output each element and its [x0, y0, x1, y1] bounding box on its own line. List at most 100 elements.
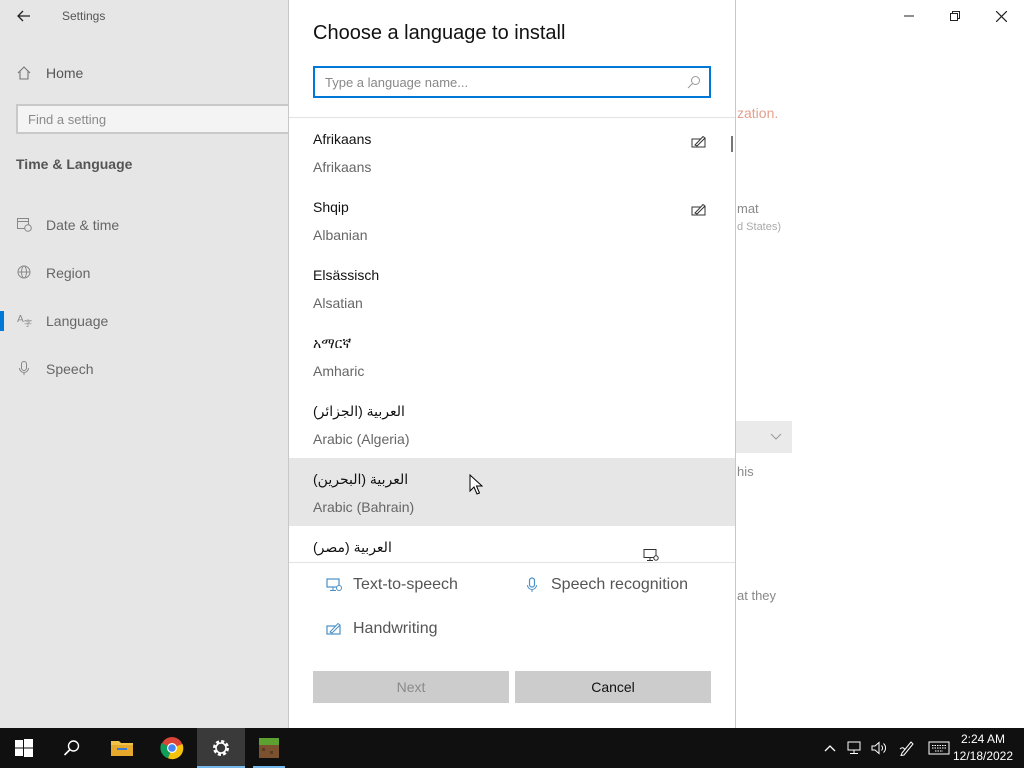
network-icon	[847, 741, 861, 754]
cancel-button[interactable]: Cancel	[515, 671, 711, 703]
language-item-alsatian[interactable]: Elsässisch Alsatian	[289, 254, 735, 322]
file-explorer-button[interactable]	[98, 728, 146, 768]
volume-icon	[871, 741, 886, 755]
language-item-albanian[interactable]: Shqip Albanian	[289, 186, 735, 254]
bg-text-snippet: mat	[737, 201, 759, 216]
language-item-arabic-egypt[interactable]: العربية (مصر)	[289, 526, 735, 562]
language-item-afrikaans[interactable]: Afrikaans Afrikaans	[289, 118, 735, 186]
language-item-arabic-bahrain[interactable]: العربية (البحرين) Arabic (Bahrain)	[289, 458, 735, 526]
sidebar-home[interactable]: Home	[16, 62, 83, 84]
home-icon	[17, 66, 31, 80]
minimize-icon	[904, 15, 914, 17]
close-button[interactable]	[978, 0, 1024, 32]
handwriting-icon	[691, 203, 706, 216]
language-native-name: العربية (البحرين)	[313, 471, 409, 487]
bg-text-snippet: zation.	[737, 105, 779, 121]
sidebar-item-label: Region	[46, 265, 91, 281]
bg-text-snippet: d States)	[737, 221, 782, 233]
feature-label: Handwriting	[353, 620, 438, 637]
sidebar-item-label: Language	[46, 313, 109, 329]
language-list[interactable]: Afrikaans Afrikaans Shqip Albanian Elsäs…	[289, 118, 735, 562]
choose-language-dialog: Choose a language to install Type a lang…	[288, 0, 736, 728]
list-scrollbar[interactable]	[731, 136, 733, 152]
touch-keyboard-button[interactable]	[926, 728, 952, 768]
home-label: Home	[46, 65, 84, 81]
calendar-clock-icon	[16, 216, 32, 235]
clock-date: 12/18/2022	[952, 749, 1014, 763]
language-icon: A字	[16, 312, 32, 331]
handwriting-icon	[691, 135, 706, 148]
start-button[interactable]	[0, 728, 48, 768]
language-item-amharic[interactable]: አማርኛ Amharic	[289, 322, 735, 390]
feature-text-to-speech: Text-to-speech	[325, 576, 458, 594]
language-search-placeholder: Type a language name...	[325, 74, 469, 90]
language-english-name: Afrikaans	[313, 159, 372, 175]
minecraft-button[interactable]	[245, 728, 293, 768]
active-indicator	[0, 311, 4, 331]
language-item-arabic-algeria[interactable]: العربية (الجزائر) Arabic (Algeria)	[289, 390, 735, 458]
language-english-name: Arabic (Bahrain)	[313, 499, 415, 515]
dialog-title: Choose a language to install	[313, 22, 566, 44]
network-button[interactable]	[844, 728, 866, 768]
language-native-name: Shqip	[313, 199, 349, 215]
settings-taskbar-button[interactable]	[197, 728, 245, 768]
microphone-icon	[16, 360, 32, 379]
restore-button[interactable]	[932, 0, 978, 32]
feature-label: Speech recognition	[551, 576, 688, 593]
language-english-name: Arabic (Algeria)	[313, 431, 410, 447]
search-icon	[687, 76, 700, 89]
taskbar-search-button[interactable]	[48, 728, 96, 768]
sidebar-item-language[interactable]: A字 Language	[0, 303, 290, 339]
find-setting-input[interactable]: Find a setting	[16, 104, 290, 134]
feature-handwriting: Handwriting	[325, 620, 437, 638]
language-english-name: Albanian	[313, 227, 368, 243]
close-icon	[995, 10, 1007, 22]
clock-time: 2:24 AM	[960, 732, 1006, 746]
sidebar-item-speech[interactable]: Speech	[0, 351, 290, 387]
grass-block-icon	[259, 738, 279, 758]
divider	[289, 562, 735, 563]
sidebar-item-label: Speech	[46, 361, 94, 377]
next-button[interactable]: Next	[313, 671, 509, 703]
sidebar-item-date-time[interactable]: Date & time	[0, 207, 290, 243]
chevron-up-icon	[824, 745, 836, 752]
gear-icon	[213, 740, 229, 756]
svg-text:字: 字	[24, 318, 32, 328]
search-icon	[63, 740, 80, 756]
microphone-icon	[527, 577, 537, 592]
sidebar-item-label: Date & time	[46, 217, 120, 233]
sidebar-item-region[interactable]: Region	[0, 255, 290, 291]
feature-speech-recognition: Speech recognition	[523, 576, 688, 594]
pen-icon	[899, 741, 914, 756]
text-to-speech-icon	[326, 578, 342, 591]
taskbar-clock[interactable]: 2:24 AM 12/18/2022	[950, 731, 1016, 765]
language-search-input[interactable]: Type a language name...	[313, 66, 711, 98]
show-hidden-icons-button[interactable]	[820, 728, 840, 768]
pen-workspace-button[interactable]	[896, 728, 918, 768]
language-native-name: العربية (مصر)	[313, 539, 392, 555]
language-native-name: Afrikaans	[313, 131, 372, 147]
app-title: Settings	[62, 9, 106, 23]
chrome-button[interactable]	[148, 728, 196, 768]
feature-label: Text-to-speech	[353, 576, 458, 593]
back-arrow-icon	[17, 10, 30, 22]
back-button[interactable]	[8, 4, 40, 28]
windows-logo-icon	[15, 739, 33, 757]
globe-icon	[16, 264, 32, 283]
folder-icon	[111, 741, 133, 756]
restore-icon	[950, 11, 960, 21]
volume-button[interactable]	[868, 728, 890, 768]
chrome-icon	[160, 737, 184, 760]
language-english-name: Amharic	[313, 363, 365, 379]
section-title: Time & Language	[16, 156, 133, 172]
minimize-button[interactable]	[886, 0, 932, 32]
bg-dropdown	[736, 421, 792, 453]
mouse-cursor-icon	[469, 474, 483, 495]
language-native-name: Elsässisch	[313, 267, 380, 283]
keyboard-icon	[928, 741, 950, 755]
bg-text-snippet: his	[737, 464, 754, 479]
chevron-down-icon	[770, 433, 782, 440]
taskbar: 2:24 AM 12/18/2022	[0, 728, 1024, 768]
language-native-name: አማርኛ	[313, 335, 352, 351]
language-english-name: Alsatian	[313, 295, 363, 311]
